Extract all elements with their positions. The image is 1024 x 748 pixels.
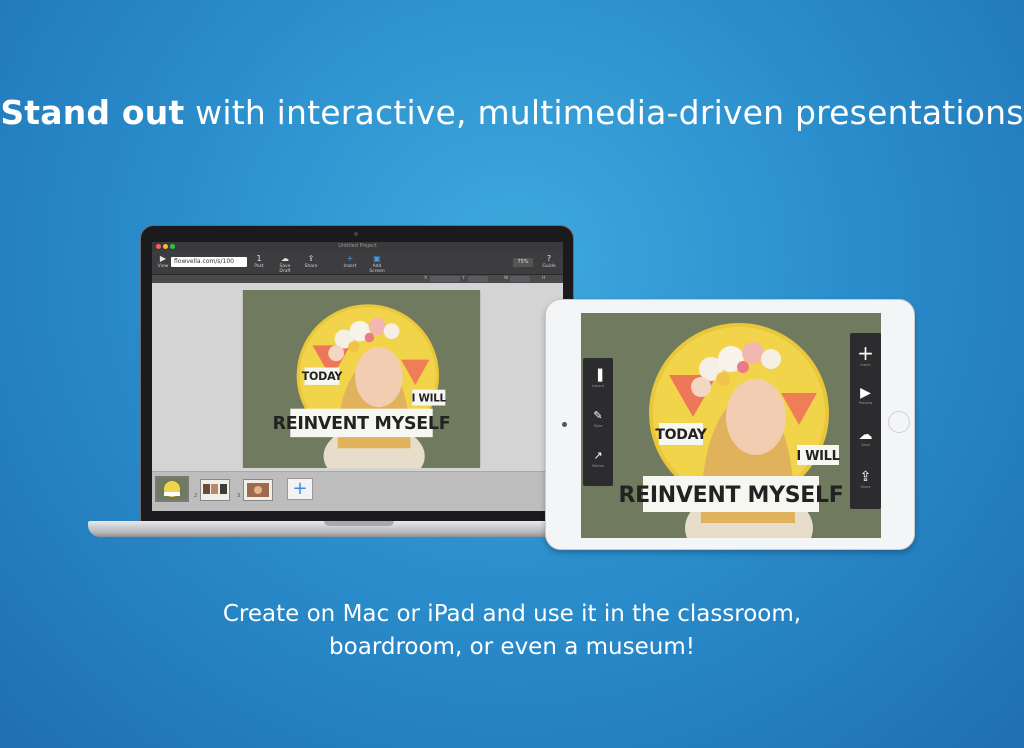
view-label: View bbox=[157, 264, 169, 269]
headline-bold: Stand out bbox=[0, 93, 185, 132]
x-label: X bbox=[424, 276, 428, 281]
today-text: TODAY bbox=[302, 370, 344, 383]
ipad-camera bbox=[562, 422, 567, 427]
face-shape bbox=[355, 346, 403, 408]
arrow-icon: ↗ bbox=[593, 449, 603, 462]
insert-label: Insert bbox=[860, 363, 871, 367]
save-button[interactable]: ☁ Save bbox=[850, 427, 881, 448]
save-label: Save bbox=[861, 443, 870, 447]
app-toolbar: ▶ View flowvella.com/s/100 1 Post ☁ Save… bbox=[152, 251, 563, 275]
headline: Stand out with interactive, multimedia-d… bbox=[0, 92, 1024, 134]
headline-rest: with interactive, multimedia-driven pres… bbox=[184, 93, 1024, 132]
share-icon: ⇪ bbox=[859, 469, 872, 485]
slide-canvas: TODAY I WILL REINVENT MYSELF bbox=[152, 283, 563, 471]
layout-icon: ▐ bbox=[593, 369, 603, 382]
share-label: Share bbox=[304, 264, 318, 269]
ipad-slide-preview[interactable]: TODAY I WILL REINVENT MYSELF bbox=[581, 313, 881, 538]
face-shape bbox=[726, 379, 786, 455]
window-title: Untitled Project bbox=[338, 243, 377, 249]
ipad-right-toolbar: + Insert ▶ Preview ☁ Save ⇪ Share bbox=[850, 333, 881, 509]
plus-icon: + bbox=[292, 478, 308, 499]
reinvent-text: REINVENT MYSELF bbox=[619, 483, 844, 508]
ipad-device: TODAY I WILL REINVENT MYSELF ▐ Layout ✎ … bbox=[545, 299, 915, 550]
ipad-home-button[interactable] bbox=[888, 411, 910, 433]
style-button[interactable]: ✎ Style bbox=[583, 408, 613, 429]
play-icon: ▶ bbox=[860, 385, 871, 401]
layout-label: Layout bbox=[592, 384, 604, 388]
preview-label: Preview bbox=[858, 401, 873, 405]
y-label: Y bbox=[462, 276, 465, 281]
thumbnail-number-2: 2 bbox=[194, 493, 198, 499]
brush-icon: ✎ bbox=[593, 409, 603, 422]
x-field[interactable] bbox=[430, 276, 460, 282]
ipad-left-toolbar: ▐ Layout ✎ Style ↗ Motion bbox=[583, 358, 613, 486]
plus-icon: + bbox=[346, 254, 354, 263]
thumbnail-1[interactable] bbox=[155, 476, 189, 502]
macbook-notch bbox=[324, 521, 394, 526]
cloud-icon: ☁ bbox=[858, 427, 873, 443]
ipad-screen: TODAY I WILL REINVENT MYSELF ▐ Layout ✎ … bbox=[581, 313, 881, 538]
post-button[interactable]: 1 Post bbox=[248, 254, 270, 269]
subline-line-2: boardroom, or even a museum! bbox=[329, 634, 695, 660]
add-slide-button[interactable]: + bbox=[287, 478, 313, 500]
subline: Create on Mac or iPad and use it in the … bbox=[0, 598, 1024, 664]
thumbnail-strip: 2 3 + bbox=[152, 471, 563, 511]
macbook-camera bbox=[354, 232, 358, 236]
y-field[interactable] bbox=[468, 276, 488, 282]
motion-label: Motion bbox=[592, 464, 604, 468]
i-will-text: I WILL bbox=[412, 393, 447, 405]
save-draft-button[interactable]: ☁ Save Draft bbox=[274, 254, 296, 274]
insert-button[interactable]: + Insert bbox=[850, 343, 881, 368]
h-label: H bbox=[542, 276, 546, 281]
insert-button[interactable]: + Insert bbox=[339, 254, 361, 269]
i-will-text: I WILL bbox=[796, 449, 839, 464]
thumbnail-number-3: 3 bbox=[237, 493, 241, 499]
share-label: Share bbox=[860, 485, 871, 489]
w-label: W bbox=[504, 276, 509, 281]
url-field[interactable]: flowvella.com/s/100 bbox=[171, 257, 247, 267]
today-text: TODAY bbox=[655, 427, 707, 443]
thumbnail-2[interactable] bbox=[200, 479, 230, 501]
number-badge-icon: 1 bbox=[256, 254, 262, 263]
style-label: Style bbox=[593, 424, 603, 428]
subline-line-1: Create on Mac or iPad and use it in the … bbox=[222, 601, 802, 627]
w-field[interactable] bbox=[510, 276, 530, 282]
macbook-lid: Untitled Project ▶ View flowvella.com/s/… bbox=[140, 225, 574, 523]
guide-label: Guide bbox=[542, 264, 556, 269]
guide-button[interactable]: ? Guide bbox=[538, 254, 560, 269]
app-titlebar: Untitled Project bbox=[152, 242, 563, 251]
post-label: Post bbox=[254, 264, 264, 269]
share-icon: ⇪ bbox=[307, 254, 315, 263]
help-icon: ? bbox=[546, 254, 552, 263]
save-draft-label: Save Draft bbox=[279, 264, 291, 274]
plus-icon: + bbox=[857, 341, 874, 365]
thumbnail-3[interactable] bbox=[243, 479, 273, 501]
reinvent-text: REINVENT MYSELF bbox=[273, 414, 451, 434]
macbook-screen: Untitled Project ▶ View flowvella.com/s/… bbox=[152, 242, 563, 511]
zoom-select[interactable]: 75% bbox=[513, 258, 533, 267]
layout-button[interactable]: ▐ Layout bbox=[583, 368, 613, 389]
insert-label: Insert bbox=[343, 264, 357, 269]
slide-preview[interactable]: TODAY I WILL REINVENT MYSELF bbox=[241, 290, 482, 468]
share-button[interactable]: ⇪ Share bbox=[300, 254, 322, 269]
add-screen-icon: ▣ bbox=[373, 254, 381, 263]
share-button[interactable]: ⇪ Share bbox=[850, 469, 881, 490]
motion-button[interactable]: ↗ Motion bbox=[583, 448, 613, 469]
inspector-bar: X Y W H bbox=[152, 275, 563, 283]
cloud-icon: ☁ bbox=[281, 254, 289, 263]
add-screen-label: Add Screen bbox=[369, 264, 385, 274]
add-screen-button[interactable]: ▣ Add Screen bbox=[366, 254, 388, 274]
preview-button[interactable]: ▶ Preview bbox=[850, 385, 881, 406]
